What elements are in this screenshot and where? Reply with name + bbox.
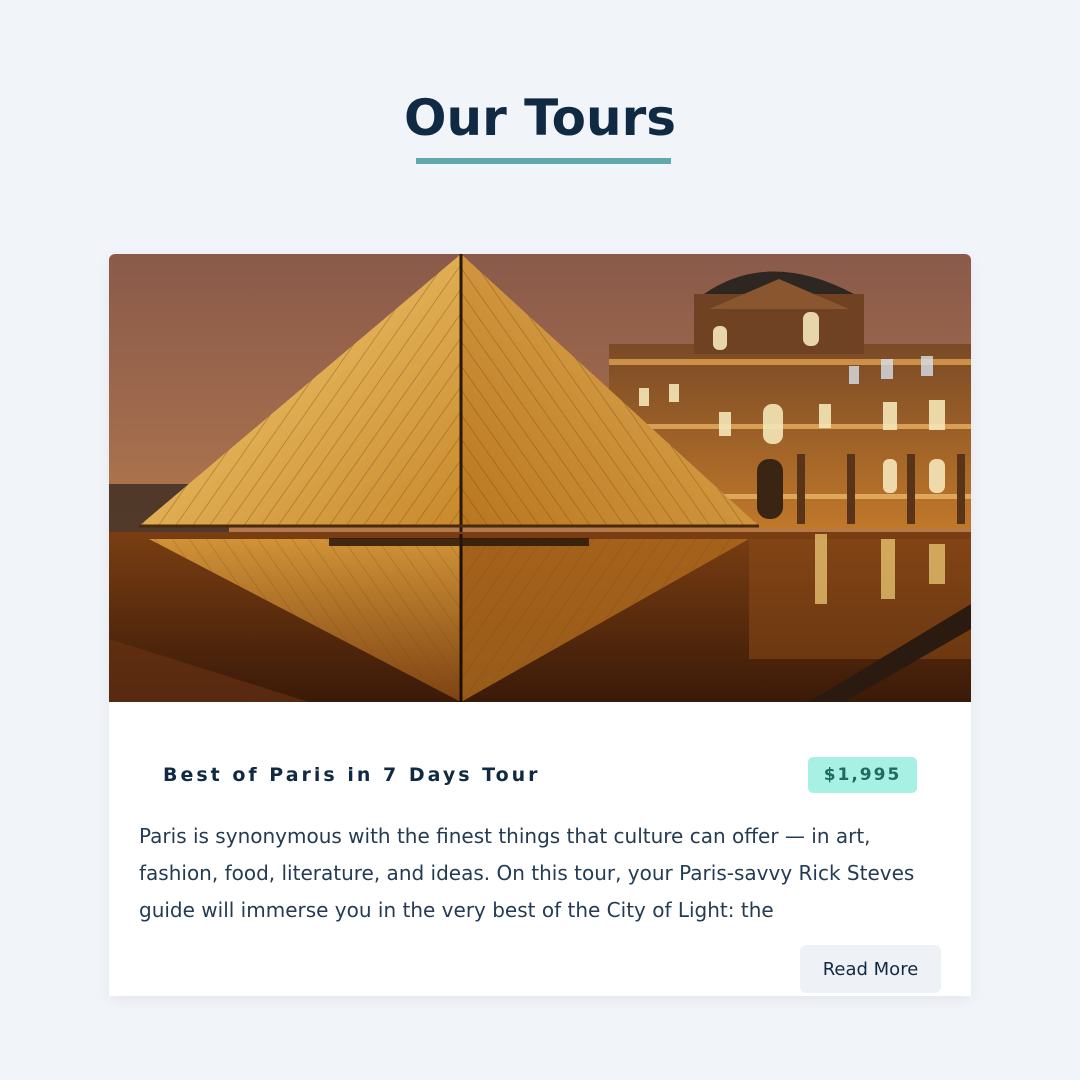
tour-image[interactable]: [109, 254, 971, 702]
tours-page: Our Tours Best of Paris in 7 Days Tour $…: [0, 0, 1080, 1080]
tour-card: Best of Paris in 7 Days Tour $1,995 Pari…: [109, 254, 971, 996]
title-underline: [416, 158, 671, 164]
price-badge: $1,995: [808, 757, 917, 793]
tour-name: Best of Paris in 7 Days Tour: [163, 764, 541, 786]
section-title: Our Tours: [404, 89, 676, 147]
read-more-button[interactable]: Read More: [800, 945, 941, 993]
tour-description: Paris is synonymous with the finest thin…: [139, 824, 915, 922]
